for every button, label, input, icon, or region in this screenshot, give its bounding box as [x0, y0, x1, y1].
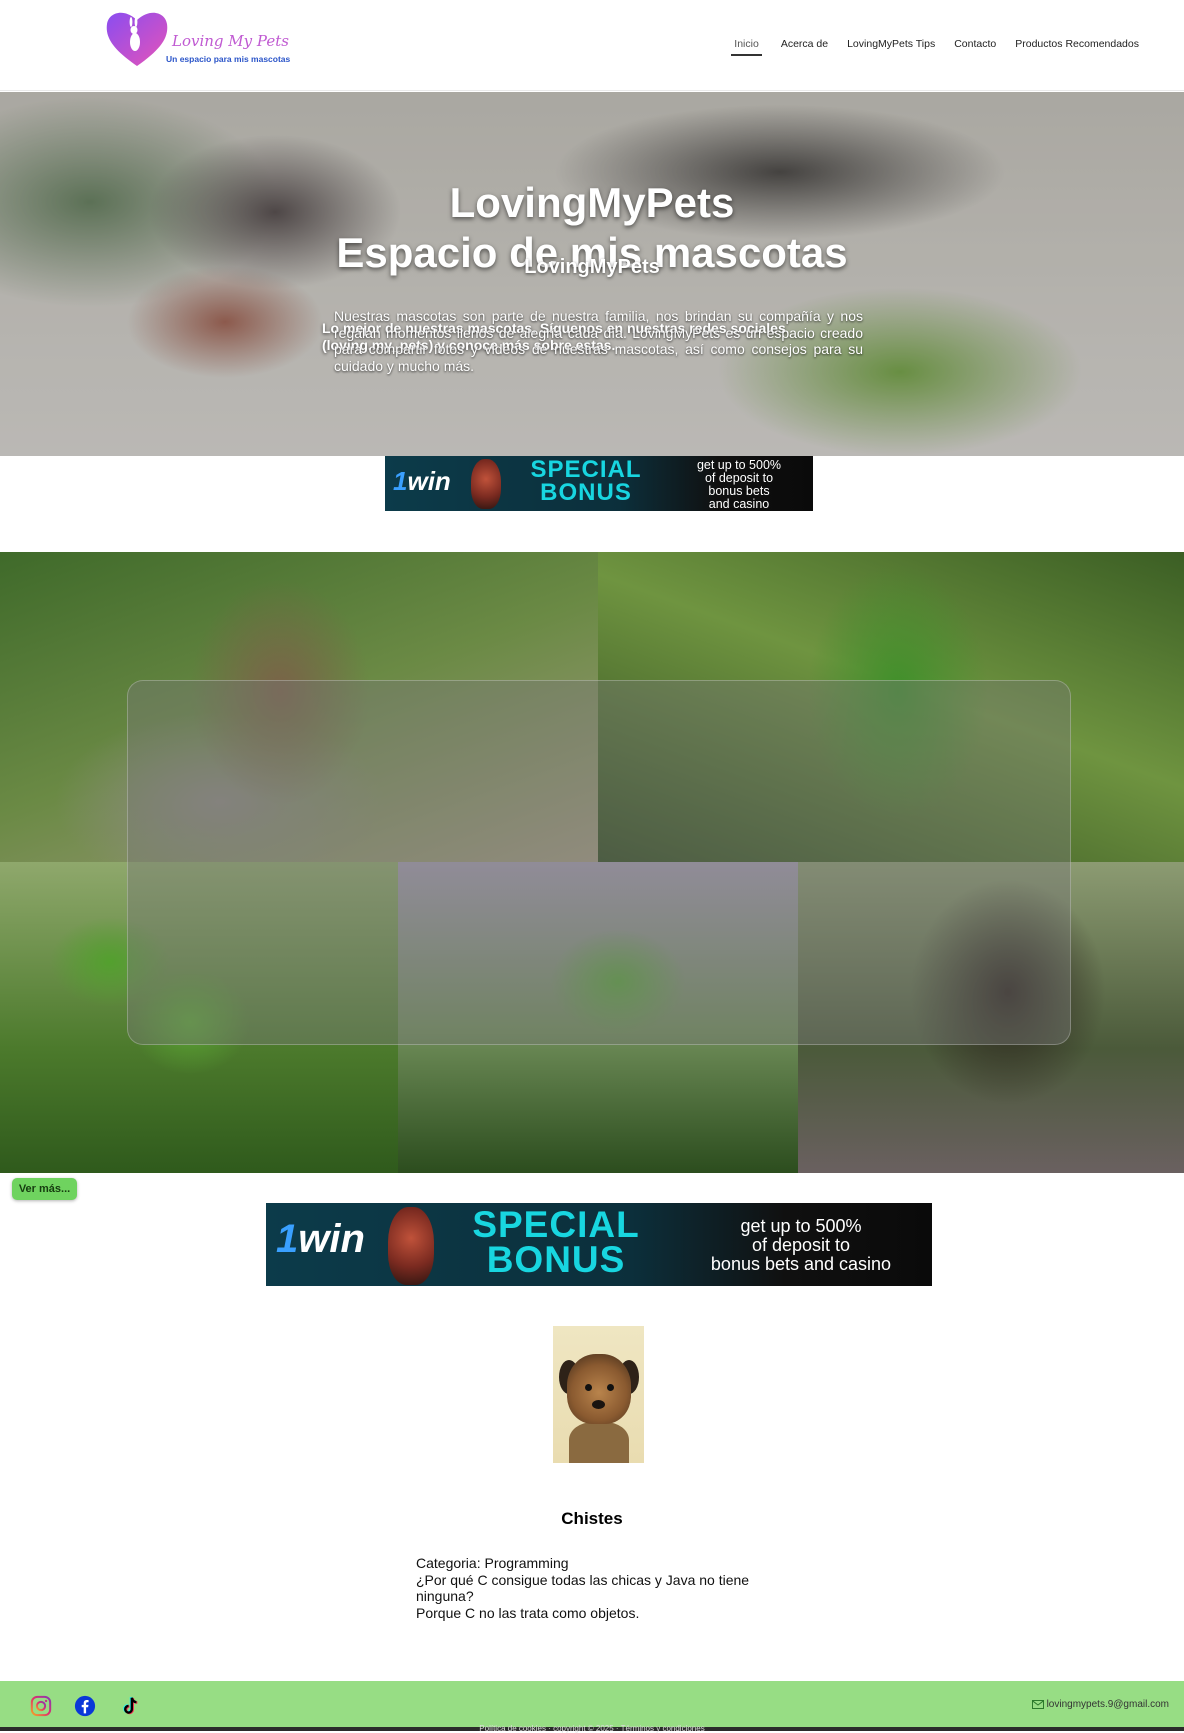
- joke-question: ¿Por qué C consigue todas las chicas y J…: [416, 1571, 750, 1605]
- site-footer: lovingmypets.9@gmail.com: [0, 1681, 1184, 1727]
- see-more-button[interactable]: Ver más...: [12, 1178, 77, 1200]
- dog-portrait-image: [553, 1326, 644, 1463]
- ad-headline: SPECIAL BONUS: [472, 1204, 640, 1281]
- about-text: Nuestras mascotas son parte de nuestra f…: [334, 308, 863, 374]
- ad-banner-middle[interactable]: 1win SPECIAL BONUS get up to 500% of depos…: [266, 1203, 932, 1286]
- ad-offer-text: get up to 500% of deposit to bonus bets an…: [710, 1216, 892, 1274]
- site-logo[interactable]: Loving My Pets Un espacio para mis masco…: [104, 8, 290, 70]
- footer-email-text: lovingmypets.9@gmail.com: [1046, 1699, 1169, 1710]
- joke-answer: Porque C no las trata como objetos.: [416, 1604, 640, 1621]
- ad-headline: SPECIAL BONUS: [530, 456, 642, 506]
- nav-inicio[interactable]: Inicio: [731, 38, 762, 56]
- ad-character-image: [388, 1207, 434, 1285]
- dog-head: [567, 1354, 631, 1424]
- mail-icon: [1031, 1700, 1044, 1709]
- main-nav: Inicio Acerca de LovingMyPets Tips Conta…: [731, 38, 1139, 56]
- footer-email[interactable]: lovingmypets.9@gmail.com: [1031, 1699, 1169, 1710]
- about-section: [0, 552, 1184, 1173]
- heart-logo-icon: [106, 12, 168, 66]
- joke-category: Categoria: Programming: [416, 1555, 569, 1571]
- nav-contacto[interactable]: Contacto: [954, 38, 996, 56]
- ad-offer-text: get up to 500% of deposit to bonus bets and…: [696, 458, 782, 511]
- copyright-text: Política de cookies · copyright © 2025 ·…: [479, 1724, 705, 1733]
- ad-brand: 1win: [393, 466, 451, 496]
- facebook-icon[interactable]: [74, 1695, 96, 1717]
- nav-acerca-de[interactable]: Acerca de: [781, 38, 828, 56]
- instagram-icon[interactable]: [30, 1695, 52, 1717]
- hero-title-line1: LovingMyPets: [449, 179, 735, 226]
- ad-brand: 1win: [276, 1217, 365, 1261]
- jokes-title: Chistes: [561, 1509, 623, 1528]
- dog-eye: [585, 1384, 592, 1391]
- ad-character-image: [471, 459, 501, 509]
- logo-title: Loving My Pets: [172, 32, 289, 50]
- nav-tips[interactable]: LovingMyPets Tips: [847, 38, 935, 56]
- ad-banner-top[interactable]: 1win SPECIAL BONUS get up to 500% of depos…: [385, 456, 813, 511]
- about-title: LovingMyPets: [524, 256, 660, 278]
- nav-productos[interactable]: Productos Recomendados: [1015, 38, 1139, 56]
- dog-nose: [592, 1400, 605, 1409]
- dog-eye: [607, 1384, 614, 1391]
- site-header: Loving My Pets Un espacio para mis masco…: [0, 0, 1184, 91]
- dog-body: [569, 1422, 629, 1463]
- about-panel: [127, 680, 1071, 1045]
- tiktok-icon[interactable]: [119, 1695, 141, 1717]
- logo-tagline: Un espacio para mis mascotas: [166, 54, 291, 64]
- joke-block: Categoria: Programming ¿Por qué C consig…: [416, 1555, 776, 1621]
